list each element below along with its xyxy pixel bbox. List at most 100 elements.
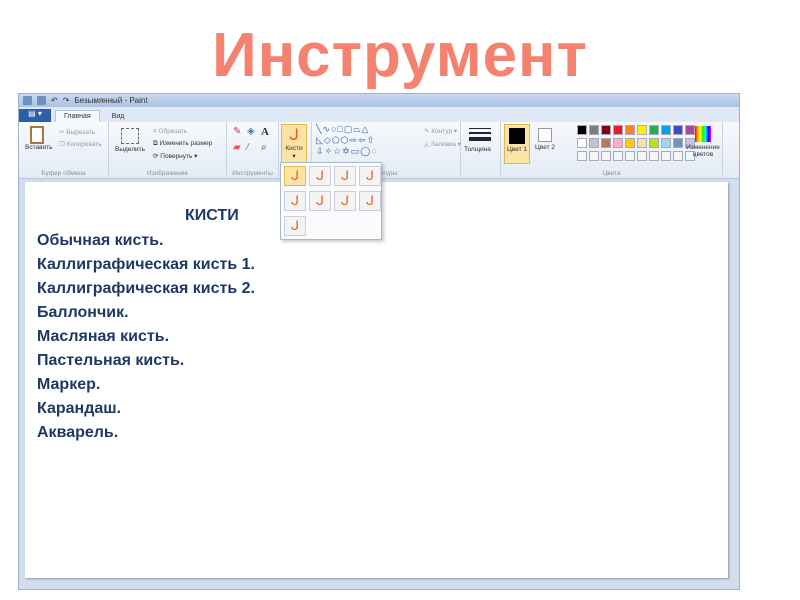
canvas-line: Масляная кисть. [37,328,170,345]
fill-label: Заливка [430,141,456,148]
brushes-label: Кисти [285,145,303,152]
color-swatch[interactable] [649,151,659,161]
ribbon-tabs: ▤ ▾ Главная Вид [19,107,739,122]
text-icon[interactable]: A [261,126,269,138]
shapes-gallery[interactable]: ╲∿○□▢⏢△ ◺◇⬠⬡⇨⇦⇧ ⇩✧☆✡▭◯◌ [316,124,378,157]
color-swatch[interactable] [625,138,635,148]
color-swatch[interactable] [577,138,587,148]
color-swatch[interactable] [613,125,623,135]
drawing-canvas[interactable]: КИСТИ Обычная кисть. Каллиграфическая ки… [25,182,728,578]
color-swatch[interactable] [613,151,623,161]
canvas-line: Каллиграфическая кисть 1. [37,256,255,273]
color-swatch[interactable] [637,125,647,135]
color-swatch[interactable] [673,125,683,135]
airbrush-icon[interactable]: ᒍ [359,166,381,186]
canvas-line: Акварель. [37,424,119,441]
color-picker-icon[interactable]: ⁄ [247,142,249,153]
magnifier-icon[interactable]: ⌕ [261,142,267,153]
color-swatch[interactable] [577,151,587,161]
brush-option-icon[interactable]: ᒍ [284,166,306,186]
cut-label: Вырезать [66,129,96,136]
edit-colors-label: Изменение цветов [686,144,720,158]
outline-button[interactable]: ✎ Контур ▾ [424,127,457,135]
color-swatch[interactable] [661,151,671,161]
fill-icon[interactable]: ◈ [247,126,255,137]
color-swatch[interactable] [673,138,683,148]
marker-icon[interactable]: ᒍ [334,191,356,211]
color1-button[interactable]: Цвет 1 [504,124,530,164]
pencil-brush-icon[interactable]: ᒍ [359,191,381,211]
color-swatch[interactable] [601,125,611,135]
canvas-line: Обычная кисть. [37,232,164,249]
watercolor-brush-icon[interactable]: ᒍ [284,216,306,236]
crop-button[interactable]: ⌗ Обрезать [153,128,187,136]
title-bar: ↶ ↷ Безымянный - Paint [19,94,739,107]
size-label: Толщина [464,146,491,153]
paste-label: Вставить [25,144,53,151]
size-group[interactable]: Толщина [461,122,501,179]
file-menu-button[interactable]: ▤ ▾ [19,109,51,122]
color-swatch[interactable] [649,138,659,148]
color-swatch[interactable] [649,125,659,135]
rotate-button[interactable]: ⟳ Повернуть ▾ [153,152,197,160]
image-group: Выделить ⌗ Обрезать ⧉ Изменить размер ⟳ … [109,122,227,179]
eraser-icon[interactable]: ▰ [233,142,241,153]
image-group-label: Изображение [147,170,188,177]
color-swatch[interactable] [661,138,671,148]
color-swatch[interactable] [673,151,683,161]
color-swatch[interactable] [577,125,587,135]
calligraphy-brush-2-icon[interactable]: ᒍ [334,166,356,186]
canvas-line: Каллиграфическая кисть 2. [37,280,255,297]
calligraphy-brush-1-icon[interactable]: ᒍ [309,166,331,186]
size-icon [469,128,491,141]
color2-swatch [538,128,552,142]
crayon-icon[interactable]: ᒍ [309,191,331,211]
color-swatch[interactable] [601,151,611,161]
fill-button[interactable]: ◬ Заливка ▾ [424,140,461,148]
slide-title: Инструмент [212,21,588,90]
tools-group-label: Инструменты [232,170,273,177]
paste-button[interactable]: Вставить [25,126,53,164]
color-swatch[interactable] [589,125,599,135]
canvas-line: Маркер. [37,376,101,393]
pencil-icon[interactable]: ✎ [233,126,241,137]
paint-app-icon [23,96,32,105]
colors-group: Цвет 1 Цвет 2 Изменение цветов Цвета [501,122,723,179]
window-title: Безымянный - Paint [74,96,148,105]
crop-label: Обрезать [158,128,188,135]
color2-label: Цвет 2 [535,144,555,151]
tab-home[interactable]: Главная [55,110,100,122]
select-button[interactable]: Выделить [115,128,145,153]
copy-label: Копировать [66,141,102,148]
color-swatch[interactable] [613,138,623,148]
color-swatch[interactable] [589,138,599,148]
color-swatch[interactable] [637,138,647,148]
edit-colors-button[interactable]: Изменение цветов [686,126,720,158]
canvas-line: Баллончик. [37,304,129,321]
color-swatch[interactable] [589,151,599,161]
color2-button[interactable]: Цвет 2 [533,124,557,151]
canvas-line: Карандаш. [37,400,122,417]
copy-button[interactable]: ❐ Копировать [59,140,102,148]
color-swatch[interactable] [637,151,647,161]
resize-button[interactable]: ⧉ Изменить размер [153,140,212,148]
cut-button[interactable]: ✂ Вырезать [59,128,95,136]
color-swatch[interactable] [625,151,635,161]
tab-view[interactable]: Вид [104,111,133,122]
clipboard-group-label: Буфер обмена [41,170,86,177]
edit-colors-icon [695,126,711,142]
clipboard-icon [30,126,44,144]
color-swatch[interactable] [661,125,671,135]
oil-brush-icon[interactable]: ᒍ [284,191,306,211]
undo-icon[interactable]: ↶ [51,96,58,105]
color-swatch[interactable] [601,138,611,148]
colors-group-label: Цвета [602,170,621,177]
tools-group: ✎ ◈ A ▰ ⁄ ⌕ Инструменты [227,122,279,179]
save-icon[interactable] [37,96,46,105]
redo-icon[interactable]: ↷ [63,96,70,105]
color-swatch[interactable] [625,125,635,135]
clipboard-group: Вставить ✂ Вырезать ❐ Копировать Буфер о… [19,122,109,179]
select-label: Выделить [115,146,145,153]
resize-label: Изменить размер [159,140,213,147]
brush-icon: ᒍ [288,127,300,144]
